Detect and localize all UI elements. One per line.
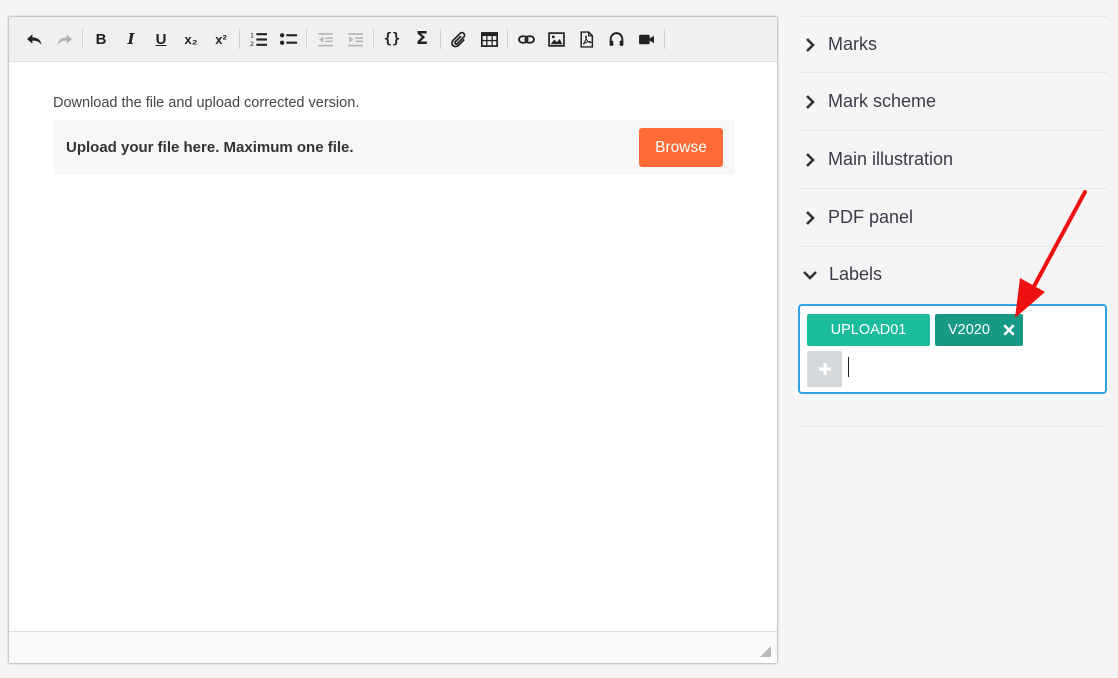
- upload-label: Upload your file here. Maximum one file.: [66, 139, 354, 156]
- plus-icon: [818, 363, 831, 375]
- label-tag[interactable]: UPLOAD01: [807, 314, 930, 346]
- toolbar-separator: [82, 29, 83, 49]
- section-label: Main illustration: [828, 149, 954, 169]
- section-label: Labels: [829, 264, 883, 284]
- tag-text: UPLOAD01: [830, 322, 907, 338]
- file-upload-area[interactable]: Upload your file here. Maximum one file.…: [54, 120, 735, 175]
- italic-button[interactable]: I: [116, 24, 146, 54]
- chevron-down-icon: [800, 265, 820, 285]
- toolbar-separator: [239, 29, 240, 49]
- editor-statusbar: [9, 631, 777, 663]
- editor-content[interactable]: Download the file and upload corrected v…: [9, 62, 777, 632]
- table-icon[interactable]: [474, 24, 504, 54]
- subscript-button[interactable]: x₂: [176, 24, 206, 54]
- section-pdf-panel[interactable]: PDF panel: [798, 188, 1107, 246]
- code-braces-button[interactable]: {}: [377, 24, 407, 54]
- chevron-right-icon: [800, 208, 820, 228]
- tag-text: V2020: [948, 322, 990, 338]
- text-cursor: [848, 357, 849, 377]
- divider: [798, 426, 1107, 427]
- video-icon[interactable]: [631, 24, 661, 54]
- editor-toolbar: B I U x₂ x² 12 {} Σ: [9, 17, 777, 62]
- numbered-list-icon[interactable]: 12: [243, 24, 273, 54]
- section-labels[interactable]: Labels: [798, 246, 1107, 302]
- chevron-right-icon: [800, 35, 820, 55]
- redo-icon[interactable]: [49, 24, 79, 54]
- sigma-button[interactable]: Σ: [407, 24, 437, 54]
- outdent-icon[interactable]: [310, 24, 340, 54]
- section-main-illustration[interactable]: Main illustration: [798, 130, 1107, 188]
- underline-button[interactable]: U: [146, 24, 176, 54]
- attach-icon[interactable]: [444, 24, 474, 54]
- undo-icon[interactable]: [19, 24, 49, 54]
- sidebar: Marks Mark scheme Main illustration PDF …: [798, 16, 1107, 427]
- section-label: Mark scheme: [828, 91, 937, 111]
- section-mark-scheme[interactable]: Mark scheme: [798, 72, 1107, 130]
- toolbar-separator: [373, 29, 374, 49]
- image-icon[interactable]: [541, 24, 571, 54]
- section-marks[interactable]: Marks: [798, 16, 1107, 72]
- bulleted-list-icon[interactable]: [273, 24, 303, 54]
- link-icon[interactable]: [511, 24, 541, 54]
- toolbar-separator: [440, 29, 441, 49]
- bold-button[interactable]: B: [86, 24, 116, 54]
- superscript-button[interactable]: x²: [206, 24, 236, 54]
- pdf-icon[interactable]: [571, 24, 601, 54]
- indent-icon[interactable]: [340, 24, 370, 54]
- toolbar-separator: [507, 29, 508, 49]
- section-label: PDF panel: [828, 207, 914, 227]
- labels-input[interactable]: UPLOAD01 V2020: [798, 304, 1107, 394]
- browse-button[interactable]: Browse: [639, 128, 723, 167]
- label-tag-selected[interactable]: V2020: [935, 314, 1023, 346]
- chevron-right-icon: [800, 150, 820, 170]
- section-label: Marks: [828, 34, 877, 54]
- chevron-right-icon: [800, 92, 820, 112]
- toolbar-separator: [664, 29, 665, 49]
- svg-text:1: 1: [250, 31, 254, 39]
- toolbar-separator: [306, 29, 307, 49]
- resize-handle-icon[interactable]: [760, 646, 771, 657]
- add-label-button[interactable]: [807, 351, 842, 387]
- svg-text:2: 2: [250, 39, 254, 47]
- instruction-text: Download the file and upload corrected v…: [53, 95, 360, 111]
- audio-icon[interactable]: [601, 24, 631, 54]
- rich-text-editor: B I U x₂ x² 12 {} Σ Download the file an…: [8, 16, 778, 664]
- remove-tag-icon[interactable]: [1003, 324, 1015, 336]
